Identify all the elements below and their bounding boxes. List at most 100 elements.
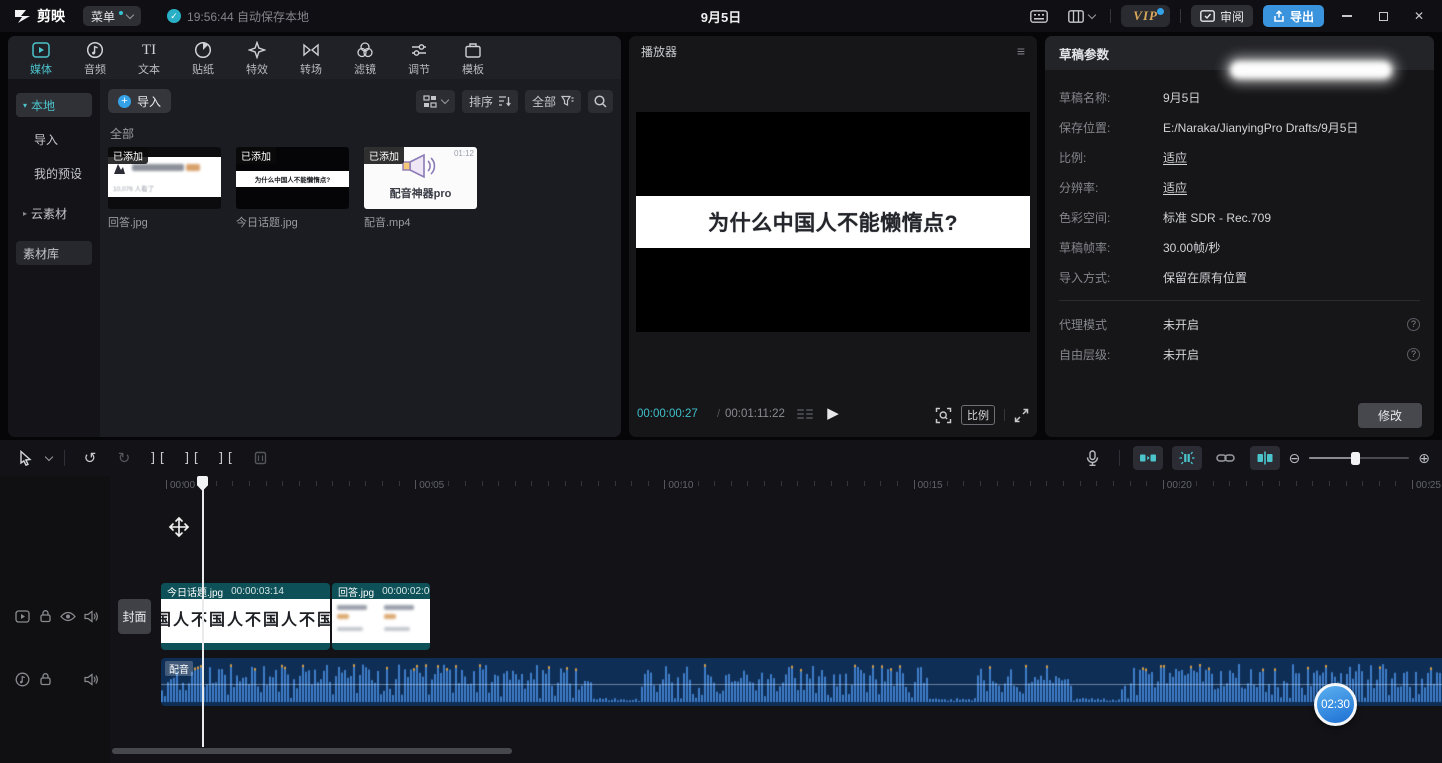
delete-button[interactable]	[247, 446, 273, 470]
subtitle-lines-icon[interactable]	[797, 409, 813, 419]
ruler-tick	[880, 481, 881, 486]
linkage-toggle[interactable]	[1172, 446, 1202, 470]
audio-clip[interactable]: 配音	[161, 658, 1442, 706]
ruler-tick	[382, 481, 383, 486]
lock-icon[interactable]	[37, 671, 53, 687]
search-button[interactable]	[588, 90, 613, 113]
zoom-out-button[interactable]: ⊖	[1289, 450, 1301, 467]
link-preview-toggle[interactable]	[1211, 446, 1241, 470]
media-item[interactable]: 已添加 01:12 配音神器pro 配音.mp4	[364, 147, 477, 230]
record-voiceover-button[interactable]	[1080, 446, 1106, 470]
lock-icon[interactable]	[37, 608, 53, 624]
tab-label: 滤镜	[354, 61, 376, 77]
sidebar-item-import[interactable]: 导入	[16, 127, 92, 151]
sidebar-item-local[interactable]: ▾ 本地	[16, 93, 92, 117]
ratio-button[interactable]: 比例	[961, 405, 995, 425]
modify-button[interactable]: 修改	[1358, 403, 1422, 428]
chevron-down-icon	[126, 10, 134, 18]
select-tool-button[interactable]	[12, 446, 38, 470]
video-track-controls	[14, 608, 99, 624]
player-menu-icon[interactable]: ≡	[1017, 43, 1025, 59]
split-right-button[interactable]: ][	[213, 446, 239, 470]
minimize-button[interactable]	[1334, 5, 1360, 27]
ruler-tick	[498, 481, 499, 486]
timeline-zoom-slider[interactable]	[1309, 446, 1409, 470]
media-item-name: 回答.jpg	[108, 214, 221, 230]
sort-button[interactable]: 排序	[462, 90, 518, 113]
field-value-dropdown[interactable]: 适应	[1163, 179, 1187, 196]
sidebar-item-cloud[interactable]: ▸ 云素材	[16, 201, 92, 225]
toolbar-separator	[1180, 9, 1181, 23]
recording-timer-badge[interactable]: 02:30	[1314, 683, 1357, 726]
timeline-clip-2[interactable]: 回答.jpg 00:00:02:00	[332, 583, 430, 650]
layout-mode-button[interactable]	[1062, 6, 1100, 26]
snap-toggle[interactable]	[1133, 446, 1163, 470]
ruler-tick	[797, 481, 798, 486]
play-button[interactable]: ▶	[827, 404, 839, 422]
timeline-zoom-slider-handle[interactable]	[1351, 452, 1360, 465]
tab-audio[interactable]: 音频	[68, 36, 122, 79]
sidebar-item-material-library[interactable]: 素材库	[16, 241, 92, 265]
tab-filter[interactable]: 滤镜	[338, 36, 392, 79]
menu-button[interactable]: 菜单	[83, 6, 141, 26]
timeline-clip-1[interactable]: 今日话题.jpg 00:00:03:14 国人不国人不国人不国人	[161, 583, 330, 650]
redo-button[interactable]: ↻	[111, 446, 137, 470]
split-left-button[interactable]: ][	[179, 446, 205, 470]
chevron-down-icon[interactable]	[45, 452, 53, 460]
split-button[interactable]: ][	[145, 446, 171, 470]
clip-name: 回答.jpg	[338, 584, 374, 599]
maximize-icon	[1379, 12, 1388, 21]
review-button[interactable]: 审阅	[1191, 5, 1253, 27]
visibility-eye-icon[interactable]	[60, 608, 76, 624]
sidebar-item-presets[interactable]: 我的预设	[16, 161, 92, 185]
maximize-button[interactable]	[1370, 5, 1396, 27]
view-mode-button[interactable]	[416, 90, 455, 113]
draft-field-row: 保存位置: E:/Naraka/JianyingPro Drafts/9月5日	[1045, 112, 1434, 142]
sidebar-item-label: 素材库	[23, 245, 59, 262]
media-duration: 01:12	[454, 149, 474, 158]
tab-sticker[interactable]: 贴纸	[176, 36, 230, 79]
close-button[interactable]: ✕	[1406, 5, 1432, 27]
mute-speaker-icon[interactable]	[83, 671, 99, 687]
field-label: 分辨率:	[1059, 179, 1163, 196]
mute-speaker-icon[interactable]	[83, 608, 99, 624]
tab-adjust[interactable]: 调节	[392, 36, 446, 79]
split-preview-toggle[interactable]	[1250, 446, 1280, 470]
cover-button[interactable]: 封面	[118, 599, 151, 634]
ruler-tick	[1312, 481, 1313, 486]
vip-button[interactable]: VIP	[1121, 5, 1170, 27]
tab-text[interactable]: TI 文本	[122, 36, 176, 79]
field-value-dropdown[interactable]: 适应	[1163, 149, 1187, 166]
media-item[interactable]: 已添加 为什么中国人不能懒惰点? 今日话题.jpg	[236, 147, 349, 230]
clip-thumbnail-blur	[337, 605, 377, 635]
hidden-slot	[60, 671, 76, 687]
preview-focus-icon[interactable]	[935, 407, 952, 424]
added-badge: 已添加	[364, 147, 404, 164]
export-button[interactable]: 导出	[1263, 5, 1324, 27]
undo-button[interactable]: ↺	[77, 446, 103, 470]
zoom-in-button[interactable]: ⊕	[1418, 450, 1430, 467]
draft-field-row: 草稿帧率: 30.00帧/秒	[1045, 232, 1434, 262]
tab-label: 模板	[462, 61, 484, 77]
tab-template[interactable]: 模板	[446, 36, 500, 79]
fullscreen-icon[interactable]	[1014, 408, 1029, 423]
media-item[interactable]: 已添加 10,076 人看了 回答.jpg	[108, 147, 221, 230]
help-icon[interactable]: ?	[1407, 348, 1420, 361]
timeline-section: ↺ ↻ ][ ][ ][	[0, 440, 1442, 763]
thumb-caption: 10,076 人看了	[113, 183, 154, 193]
timeline-ruler[interactable]: 00:0000:0500:1000:1500:2000:25	[110, 476, 1442, 496]
horizontal-scrollbar[interactable]	[112, 748, 512, 754]
tab-media[interactable]: 媒体	[14, 36, 68, 79]
import-button[interactable]: + 导入	[108, 89, 171, 113]
player-controls: 00:00:00:27 / 00:01:11:22 ▶ 比例	[629, 402, 1037, 428]
ruler-tick	[731, 481, 732, 486]
clip-duration: 00:00:02:00	[382, 586, 430, 597]
grid-view-icon	[423, 95, 437, 108]
shortcut-keyboard-button[interactable]	[1026, 6, 1052, 26]
tab-effects[interactable]: 特效	[230, 36, 284, 79]
filter-button[interactable]: 全部	[525, 90, 581, 113]
tab-transition[interactable]: 转场	[284, 36, 338, 79]
delete-icon	[254, 451, 267, 465]
check-circle-icon: ✓	[167, 9, 181, 23]
help-icon[interactable]: ?	[1407, 318, 1420, 331]
